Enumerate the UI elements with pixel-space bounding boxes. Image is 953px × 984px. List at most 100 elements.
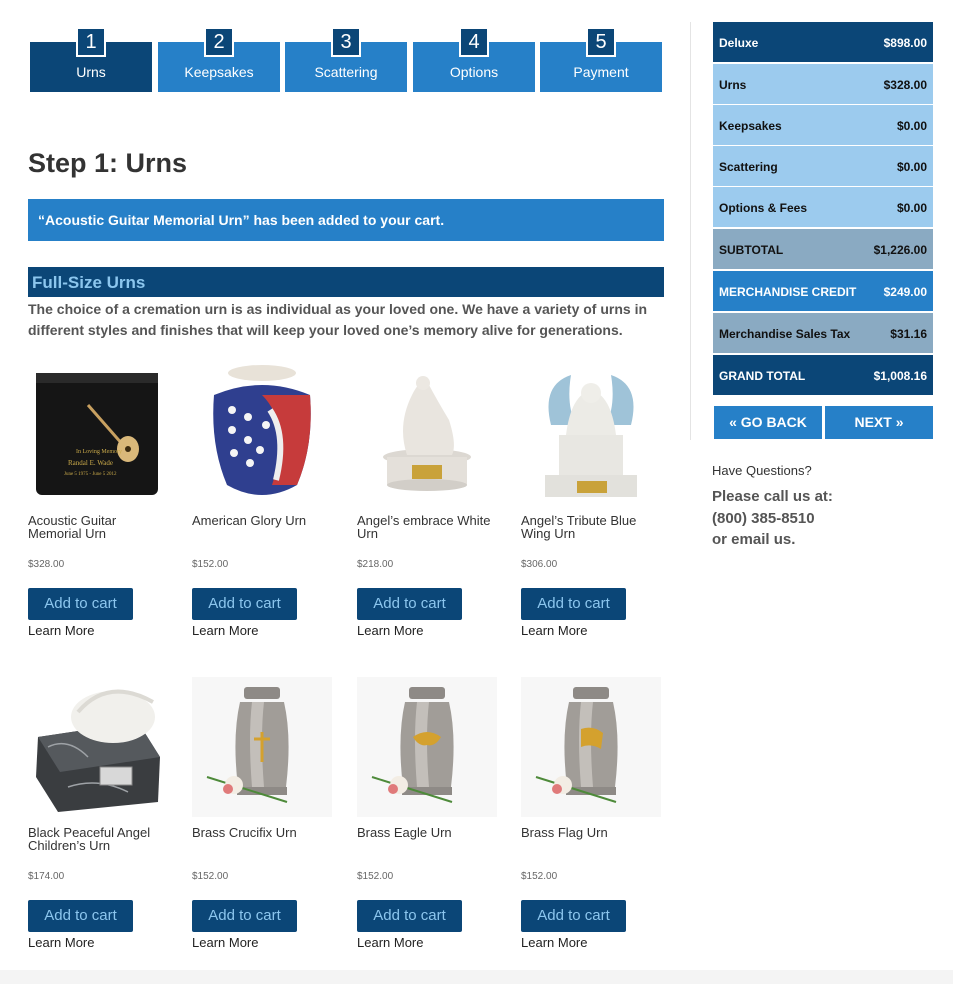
svg-text:Randal E. Wade: Randal E. Wade [68,459,113,467]
summary-value: $249.00 [883,285,927,299]
step-scattering[interactable]: 3 Scattering [285,27,407,92]
step-keepsakes[interactable]: 2 Keepsakes [158,27,280,92]
step-number: 3 [331,27,361,57]
checkout-steps: 1 Urns 2 Keepsakes 3 Scattering 4 Option… [30,27,662,93]
summary-row-deluxe: Deluxe $898.00 [713,22,933,62]
summary-row-subtotal: SUBTOTAL $1,226.00 [713,229,933,269]
section-intro: The choice of a cremation urn is as indi… [28,301,648,338]
add-to-cart-button[interactable]: Add to cart [357,900,462,932]
product-price: $152.00 [192,871,229,882]
product-name[interactable]: Brass Eagle Urn [357,826,497,839]
product-card: Black Peaceful Angel Children’s Urn $174… [28,677,178,957]
step-label: Urns [76,64,106,80]
product-price: $306.00 [521,559,558,570]
summary-label: GRAND TOTAL [719,369,806,383]
product-price: $218.00 [357,559,394,570]
product-price: $152.00 [521,871,558,882]
page-title: Step 1: Urns [28,148,188,178]
step-options[interactable]: 4 Options [413,27,535,92]
learn-more-link[interactable]: Learn More [357,623,423,638]
learn-more-link[interactable]: Learn More [192,935,258,950]
pewter-urn-image[interactable] [192,677,332,817]
step-number: 1 [76,27,106,57]
step-number: 4 [459,27,489,57]
summary-row-grand-total: GRAND TOTAL $1,008.16 [713,355,933,395]
summary-label: Keepsakes [719,119,782,133]
summary-value: $0.00 [896,201,927,215]
go-back-button[interactable]: « GO BACK [714,406,822,439]
product-price: $174.00 [28,871,65,882]
product-card: Angel’s embrace White Urn $218.00 Add to… [357,365,507,645]
summary-label: Scattering [719,160,778,174]
product-name[interactable]: Brass Crucifix Urn [192,826,332,839]
summary-row-urns: Urns $328.00 [713,64,933,104]
call-label: Please call us at: [712,488,833,505]
sidebar-divider [690,22,691,440]
email-link[interactable]: or email us. [712,529,833,551]
svg-text:June 5 1975 - June 5 2012: June 5 1975 - June 5 2012 [64,472,117,477]
summary-value: $1,226.00 [873,243,927,257]
summary-label: Merchandise Sales Tax [719,327,851,341]
pewter-urn-image[interactable] [521,677,661,817]
contact-info: Please call us at: (800) 385-8510 or ema… [712,486,833,551]
pieta-statue-urn-image[interactable] [357,365,497,505]
product-name[interactable]: Angel’s Tribute Blue Wing Urn [521,514,661,540]
black-guitar-urn-image[interactable]: In Loving Memory Randal E. Wade June 5 1… [28,365,168,505]
product-price: $152.00 [357,871,394,882]
svg-text:In Loving Memory: In Loving Memory [76,449,122,455]
add-to-cart-button[interactable]: Add to cart [521,588,626,620]
summary-value: $0.00 [896,119,927,133]
product-card: Angel’s Tribute Blue Wing Urn $306.00 Ad… [521,365,671,645]
add-to-cart-button[interactable]: Add to cart [28,900,133,932]
cart-notice: “Acoustic Guitar Memorial Urn” has been … [28,199,664,241]
summary-value: $898.00 [883,36,927,50]
product-name[interactable]: Angel’s embrace White Urn [357,514,497,540]
step-label: Payment [573,64,629,80]
marble-angel-urn-image[interactable] [28,677,168,817]
learn-more-link[interactable]: Learn More [192,623,258,638]
product-name[interactable]: Black Peaceful Angel Children’s Urn [28,826,168,852]
step-urns[interactable]: 1 Urns [30,27,152,92]
summary-label: Deluxe [719,36,759,50]
summary-row-keepsakes: Keepsakes $0.00 [713,105,933,145]
learn-more-link[interactable]: Learn More [357,935,423,950]
phone-number[interactable]: (800) 385-8510 [712,508,833,530]
learn-more-link[interactable]: Learn More [521,623,587,638]
product-price: $152.00 [192,559,229,570]
learn-more-link[interactable]: Learn More [521,935,587,950]
summary-label: SUBTOTAL [719,243,784,257]
summary-value: $328.00 [883,78,927,92]
summary-label: MERCHANDISE CREDIT [719,285,857,299]
angel-statue-urn-image[interactable] [521,365,661,505]
summary-value: $1,008.16 [873,369,927,383]
product-card: Brass Eagle Urn $152.00 Add to cart Lear… [357,677,507,957]
product-card: American Glory Urn $152.00 Add to cart L… [192,365,342,645]
flag-urn-image[interactable] [192,365,332,505]
pewter-urn-image[interactable] [357,677,497,817]
step-number: 5 [586,27,616,57]
summary-label: Urns [719,78,747,92]
learn-more-link[interactable]: Learn More [28,935,94,950]
product-card: Brass Flag Urn $152.00 Add to cart Learn… [521,677,671,957]
summary-value: $0.00 [896,160,927,174]
add-to-cart-button[interactable]: Add to cart [192,588,297,620]
next-button[interactable]: NEXT » [825,406,933,439]
add-to-cart-button[interactable]: Add to cart [28,588,133,620]
section-title: Full-Size Urns [28,267,664,297]
add-to-cart-button[interactable]: Add to cart [521,900,626,932]
product-name[interactable]: Brass Flag Urn [521,826,661,839]
summary-row-scattering: Scattering $0.00 [713,146,933,186]
summary-row-merchandise-credit: MERCHANDISE CREDIT $249.00 [713,271,933,311]
step-label: Options [449,64,499,80]
product-name[interactable]: American Glory Urn [192,514,332,527]
step-payment[interactable]: 5 Payment [540,27,662,92]
product-price: $328.00 [28,559,65,570]
add-to-cart-button[interactable]: Add to cart [192,900,297,932]
summary-label: Options & Fees [719,201,808,215]
summary-row-sales-tax: Merchandise Sales Tax $31.16 [713,313,933,353]
product-card: Brass Crucifix Urn $152.00 Add to cart L… [192,677,342,957]
step-label: Keepsakes [184,64,254,80]
learn-more-link[interactable]: Learn More [28,623,94,638]
product-name[interactable]: Acoustic Guitar Memorial Urn [28,514,168,540]
add-to-cart-button[interactable]: Add to cart [357,588,462,620]
